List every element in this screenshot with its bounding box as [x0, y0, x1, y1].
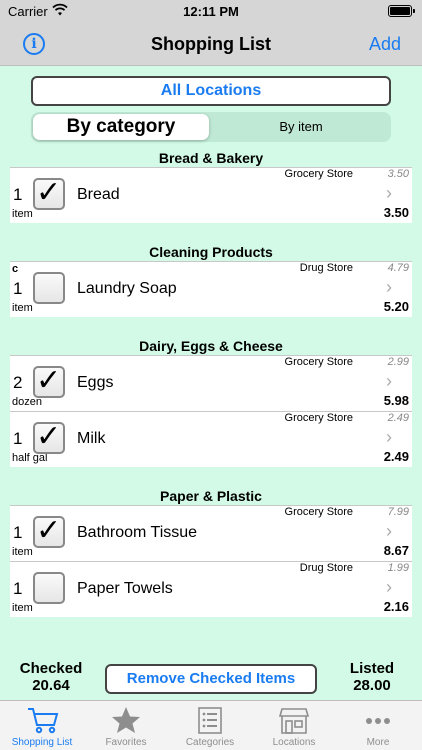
battery-icon — [388, 5, 415, 17]
chevron-right-icon[interactable]: › — [386, 521, 392, 542]
list-item[interactable]: c 1 item Laundry Soap Drug Store 4.79 › … — [10, 261, 412, 317]
tab-label: Favorites — [105, 737, 147, 748]
list-item[interactable]: 1 item ✓ Bread Grocery Store 3.50 › 3.50 — [10, 167, 412, 223]
item-store: Drug Store — [299, 562, 353, 574]
add-button[interactable]: Add — [369, 34, 401, 55]
tab-label: Shopping List — [11, 737, 73, 748]
item-last-price: 7.99 — [387, 506, 409, 518]
tab-favorites[interactable]: Favorites — [84, 701, 168, 750]
chevron-right-icon[interactable]: › — [386, 427, 392, 448]
list-item[interactable]: 1 item Paper Towels Drug Store 1.99 › 2.… — [10, 561, 412, 617]
item-checkbox[interactable] — [33, 272, 65, 304]
item-unit: item — [12, 208, 33, 220]
item-name: Laundry Soap — [77, 280, 177, 297]
tab-categories[interactable]: Categories — [168, 701, 252, 750]
item-last-price: 1.99 — [387, 562, 409, 574]
item-store: Drug Store — [299, 262, 353, 274]
item-price: 5.20 — [383, 299, 409, 314]
item-flag: c — [12, 263, 19, 275]
item-store: Grocery Store — [284, 412, 353, 424]
list-item[interactable]: 1 item ✓ Bathroom Tissue Grocery Store 7… — [10, 505, 412, 561]
tab-label: Locations — [272, 737, 316, 748]
item-unit: item — [12, 302, 33, 314]
chevron-right-icon[interactable]: › — [386, 577, 392, 598]
store-icon — [252, 705, 336, 735]
item-quantity: 1 — [13, 523, 23, 542]
item-last-price: 4.79 — [387, 262, 409, 274]
category-header: Bread & Bakery — [158, 150, 264, 166]
checkmark-icon: ✓ — [36, 513, 62, 548]
all-locations-button[interactable]: All Locations — [31, 76, 391, 106]
listed-amount: 28.00 — [353, 677, 391, 694]
item-price: 2.49 — [383, 449, 409, 464]
item-last-price: 2.49 — [387, 412, 409, 424]
item-store: Grocery Store — [284, 168, 353, 180]
tab-label: More — [366, 737, 390, 748]
tab-more[interactable]: More — [336, 701, 420, 750]
tab-label: Categories — [185, 737, 235, 748]
list-item[interactable]: 1 half gal ✓ Milk Grocery Store 2.49 › 2… — [10, 411, 412, 467]
segment-by-category[interactable]: By category — [33, 114, 209, 140]
item-price: 3.50 — [383, 205, 409, 220]
chevron-right-icon[interactable]: › — [386, 277, 392, 298]
segment-by-item[interactable]: By item — [211, 112, 391, 142]
checkmark-icon: ✓ — [36, 419, 62, 454]
page-title: Shopping List — [151, 34, 271, 54]
item-quantity: 1 — [13, 279, 23, 298]
chevron-right-icon[interactable]: › — [386, 183, 392, 204]
item-price: 5.98 — [383, 393, 409, 408]
item-quantity: 1 — [13, 579, 23, 598]
list-item[interactable]: 2 dozen ✓ Eggs Grocery Store 2.99 › 5.98 — [10, 355, 412, 411]
category-header: Paper & Plastic — [160, 488, 262, 504]
item-checkbox[interactable]: ✓ — [33, 363, 65, 398]
item-unit: item — [12, 546, 33, 558]
item-name: Bathroom Tissue — [77, 524, 198, 541]
item-price: 8.67 — [383, 543, 409, 558]
listed-total: Listed 28.00 — [334, 660, 410, 694]
view-segmented-control: By category By item — [31, 112, 391, 142]
more-icon — [336, 705, 420, 735]
item-checkbox[interactable]: ✓ — [33, 419, 65, 454]
tab-shopping-list[interactable]: Shopping List — [0, 701, 84, 750]
tab-locations[interactable]: Locations — [252, 701, 336, 750]
item-store: Grocery Store — [284, 506, 353, 518]
item-unit: item — [12, 602, 33, 614]
checked-total: Checked 20.64 — [8, 660, 94, 694]
item-checkbox[interactable] — [33, 572, 65, 604]
checked-amount: 20.64 — [32, 677, 70, 694]
star-icon — [84, 705, 168, 735]
item-quantity: 1 — [13, 185, 23, 204]
totals-bar: Checked 20.64 Remove Checked Items Liste… — [0, 660, 422, 700]
item-quantity: 1 — [13, 429, 23, 448]
cart-icon — [0, 705, 84, 735]
item-last-price: 3.50 — [387, 168, 409, 180]
item-store: Grocery Store — [284, 356, 353, 368]
item-name: Paper Towels — [77, 580, 173, 597]
clock: 12:11 PM — [183, 4, 239, 19]
item-name: Milk — [77, 430, 106, 447]
listed-label: Listed — [349, 660, 395, 677]
checked-label: Checked — [19, 660, 83, 677]
checkmark-icon: ✓ — [36, 175, 62, 210]
item-name: Eggs — [77, 374, 114, 391]
navigation-bar: i Shopping List Add — [0, 22, 422, 66]
item-price: 2.16 — [383, 599, 409, 614]
remove-checked-items-button[interactable]: Remove Checked Items — [105, 664, 317, 694]
list-icon — [168, 705, 252, 735]
category-header: Dairy, Eggs & Cheese — [139, 338, 283, 354]
tab-bar: Shopping List Favorites Categories Locat… — [0, 700, 422, 750]
item-name: Bread — [77, 186, 120, 203]
item-checkbox[interactable]: ✓ — [33, 175, 65, 210]
category-header: Cleaning Products — [149, 244, 273, 260]
item-quantity: 2 — [13, 373, 23, 392]
item-checkbox[interactable]: ✓ — [33, 513, 65, 548]
status-bar: Carrier 12:11 PM — [0, 0, 422, 22]
item-last-price: 2.99 — [387, 356, 409, 368]
checkmark-icon: ✓ — [36, 363, 62, 398]
chevron-right-icon[interactable]: › — [386, 371, 392, 392]
